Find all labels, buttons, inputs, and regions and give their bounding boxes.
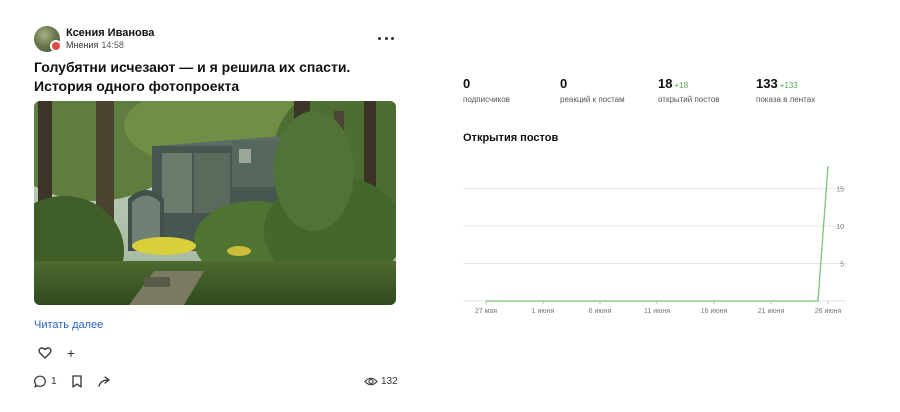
post-title[interactable]: Голубятни исчезают — и я решила их спаст… — [34, 58, 396, 96]
stat-value: 0 — [560, 76, 568, 91]
post-opens-chart[interactable]: 5 10 15 27 мая 1 июня 6 июня 11 июня 16 июня 21 … — [458, 158, 858, 318]
stats-summary: 0 подписчиков 0 реакций к постам 18 +18 о… — [463, 76, 863, 116]
stat-delta: +133 — [779, 81, 798, 90]
comment-icon[interactable] — [34, 375, 47, 388]
more-dots-icon[interactable] — [378, 30, 394, 46]
stat-delta: +18 — [674, 81, 689, 90]
views-count: 132 — [381, 376, 398, 387]
read-more-link[interactable]: Читать далее — [34, 319, 103, 331]
series-line — [486, 165, 829, 302]
eye-icon — [364, 377, 378, 386]
stat-label: подписчиков — [463, 95, 510, 104]
stat-value: 18 — [658, 76, 673, 91]
post-time: 14:58 — [101, 40, 124, 50]
x-tick-label: 16 июня — [701, 308, 728, 315]
stat-value: 133 — [756, 76, 778, 91]
post-actions: 1 132 — [34, 374, 398, 390]
heart-icon[interactable] — [38, 346, 52, 360]
avatar-badge — [50, 40, 62, 52]
stat-subscribers: 0 подписчиков — [463, 76, 510, 104]
x-tick-label: 27 мая — [475, 308, 497, 315]
x-tick-label: 1 июня — [532, 308, 555, 315]
author-row: Ксения Иванова Мнения 14:58 — [34, 24, 396, 54]
plus-icon[interactable]: + — [64, 346, 78, 360]
stat-label: открытий постов — [658, 95, 720, 104]
x-tick-label: 26 июня — [815, 308, 842, 315]
chart-title: Открытия постов — [463, 132, 559, 144]
stat-post-opens: 18 +18 открытий постов — [658, 76, 720, 104]
chart-canvas: 5 10 15 27 мая 1 июня 6 июня 11 июня 16 июня 21 … — [463, 165, 846, 315]
y-tick-label: 5 — [840, 262, 844, 269]
x-tick-label: 21 июня — [758, 308, 785, 315]
y-tick-label: 15 — [836, 187, 844, 194]
category-label[interactable]: Мнения — [66, 40, 98, 50]
comment-count: 1 — [51, 376, 57, 387]
share-arrow-icon[interactable] — [98, 375, 112, 388]
stat-reactions: 0 реакций к постам — [560, 76, 625, 104]
stat-label: реакций к постам — [560, 95, 625, 104]
y-tick-label: 10 — [836, 224, 844, 231]
post-meta: Мнения 14:58 — [66, 40, 124, 50]
post-image[interactable] — [34, 101, 396, 305]
post-card: Ксения Иванова Мнения 14:58 Голубятни исч… — [34, 24, 398, 388]
x-tick-label: 11 июня — [644, 308, 670, 315]
stat-label: показа в лентах — [756, 95, 816, 104]
stat-feed-impressions: 133 +133 показа в лентах — [756, 76, 815, 104]
x-tick-label: 6 июня — [589, 308, 612, 315]
bookmark-icon[interactable] — [71, 375, 83, 388]
author-name[interactable]: Ксения Иванова — [66, 27, 154, 39]
stat-value: 0 — [463, 76, 471, 91]
